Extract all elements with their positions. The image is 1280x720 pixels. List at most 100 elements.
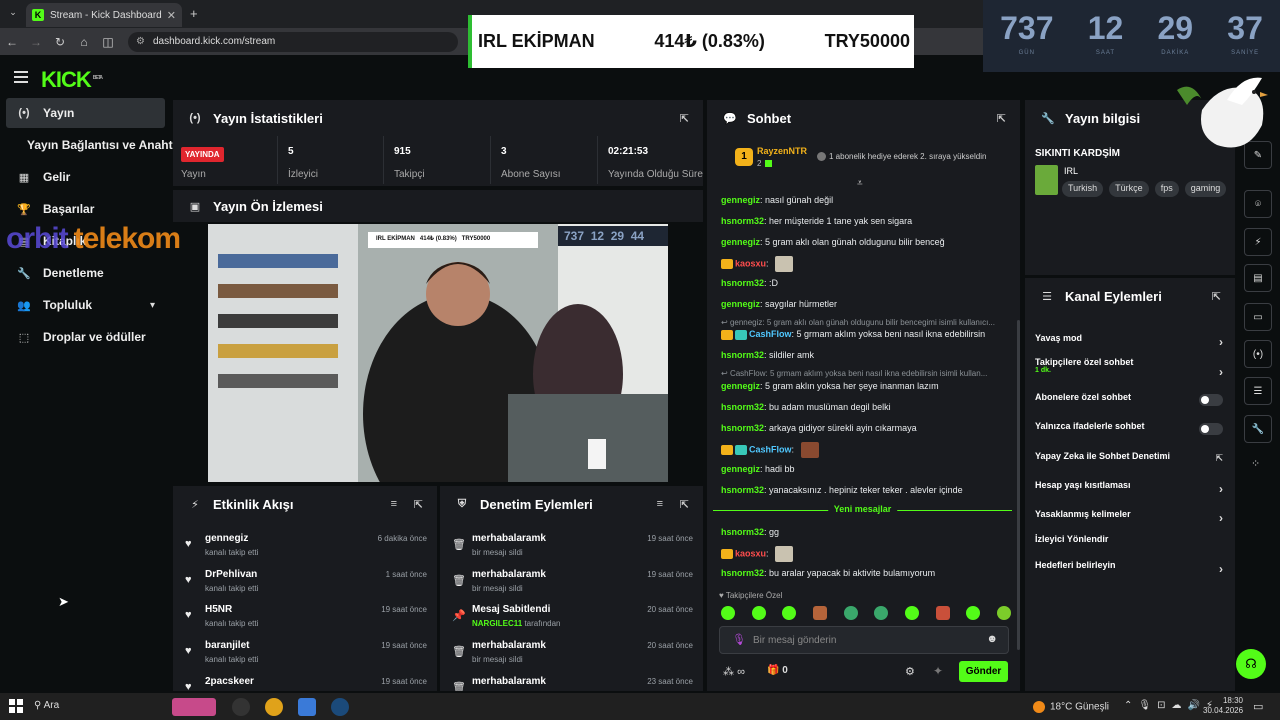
action-followers-only[interactable]: Takipçilere özel sohbet 1 dk. › (1035, 357, 1223, 387)
emote-icon[interactable] (812, 606, 827, 620)
emote-icon[interactable] (751, 606, 766, 620)
mic-icon[interactable]: 🎙 (732, 633, 746, 646)
bolt-icon[interactable]: ⚡ (1244, 228, 1272, 256)
obs-icon[interactable] (232, 698, 250, 716)
emote-icon[interactable] (996, 606, 1011, 620)
windows-start-icon[interactable] (9, 699, 23, 713)
chat-reply-preview: ↩ gennegiz: 5 gram aklı olan günah oldug… (721, 318, 995, 327)
channel-points[interactable]: ⁂ ∞ (723, 665, 745, 678)
sidebar-item-drops[interactable]: ⬚ Droplar ve ödüller (6, 322, 165, 352)
steam-icon[interactable] (331, 698, 349, 716)
sidepanel-icon[interactable]: ◫ (96, 35, 120, 49)
emote-icon[interactable] (904, 606, 919, 620)
chat-message: hsnorm32: sildiler amk (721, 350, 815, 360)
menu-icon[interactable] (14, 71, 28, 73)
sidebar-item-moderation[interactable]: 🔧 Denetleme (6, 258, 165, 288)
tag-list: Turkish Türkçe fps gaming (1062, 181, 1226, 197)
chat-icon[interactable]: ▭ (1244, 303, 1272, 331)
sidebar-item-stream[interactable]: (•) Yayın (6, 98, 165, 128)
support-button[interactable]: ☊ (1236, 649, 1266, 679)
gift-counter[interactable]: 🎁 0 (767, 665, 788, 676)
emote-icon[interactable] (782, 606, 797, 620)
close-tab-icon[interactable]: ✕ (167, 9, 176, 22)
calculator-icon[interactable] (298, 698, 316, 716)
filter-icon[interactable]: ≡ (657, 498, 663, 510)
home-icon[interactable]: ⌂ (72, 35, 96, 49)
chat-scrollbar[interactable] (1017, 320, 1020, 650)
sidebar-item-community[interactable]: 👥 Topluluk ▾ (6, 290, 165, 320)
tulips-icon[interactable] (172, 698, 216, 716)
sidebar-item-achievements[interactable]: 🏆 Başarılar (6, 194, 165, 224)
tab-list-button[interactable]: ⌄ (6, 7, 20, 21)
sidebar-item-revenue[interactable]: ▦ Gelir (6, 162, 165, 192)
sidebar-item-stream-key[interactable]: Yayın Bağlantısı ve Anahtarı (17, 130, 187, 160)
followers-only-label: ♥ Takipçilere Özel (719, 591, 783, 600)
chat-message: CashFlow: (721, 442, 1010, 458)
top-gifter[interactable]: 1 RayzenNTR 2 (735, 144, 815, 172)
action-ai-moderation[interactable]: Yapay Zeka ile Sohbet Denetimi ⇱ (1035, 451, 1223, 473)
action-goals[interactable]: Hedefleri belirleyin › (1035, 560, 1223, 582)
tag[interactable]: Turkish (1062, 181, 1104, 197)
panel-title: Yayın bilgisi (1065, 110, 1141, 126)
chrome-icon[interactable] (265, 698, 283, 716)
clock[interactable]: 18:30 30.04.2026 (1203, 696, 1243, 716)
category-name[interactable]: IRL (1064, 166, 1078, 176)
popout-icon[interactable]: ⇱ (680, 112, 689, 125)
emote-icon[interactable] (935, 606, 950, 620)
new-messages-divider[interactable]: Yeni mesajlar (713, 504, 1012, 518)
trash-icon: 🗑 (452, 646, 466, 658)
tag[interactable]: gaming (1184, 181, 1226, 197)
chat-message: hsnorm32: bu aralar yapacak bi aktivite … (721, 568, 936, 578)
tag[interactable]: fps (1154, 181, 1179, 197)
action-banned-words[interactable]: Yasaklanmış kelimeler › (1035, 509, 1223, 531)
tag[interactable]: Türkçe (1109, 181, 1149, 197)
action-emotes-only[interactable]: Yalnızca ifadelerle sohbet (1035, 421, 1223, 443)
weather-widget[interactable]: 18°C Güneşli (1033, 701, 1109, 713)
kick-logo[interactable]: KICK BETA (41, 67, 103, 93)
action-account-age[interactable]: Hesap yaşı kısıtlaması › (1035, 480, 1223, 502)
toggle-switch[interactable] (1199, 423, 1223, 435)
emote-bar[interactable] (721, 606, 1011, 622)
url-field[interactable]: ⚙ dashboard.kick.com/stream (128, 31, 458, 52)
chat-input[interactable]: 🎙 Bir mesaj gönderin ☻ (719, 626, 1009, 654)
chevron-down-icon[interactable]: ▾ (150, 300, 155, 311)
toggle-switch[interactable] (1199, 394, 1223, 406)
emote-icon[interactable] (843, 606, 858, 620)
emote-icon[interactable] (966, 606, 981, 620)
reload-icon[interactable]: ↻ (48, 35, 72, 49)
browser-tab[interactable]: K Stream - Kick Dashboard ✕ (26, 3, 182, 27)
settings-icon[interactable]: ⚙ (905, 665, 915, 678)
popout-icon[interactable]: ⇱ (414, 498, 423, 511)
list-icon[interactable]: ▤ (1244, 264, 1272, 292)
actions-icon[interactable]: ☰ (1244, 377, 1272, 405)
bot-icon[interactable]: ✦ (933, 664, 943, 678)
site-info-icon[interactable]: ⚙ (136, 36, 145, 47)
filter-icon[interactable]: ≡ (391, 498, 397, 510)
popout-icon[interactable]: ⇱ (997, 112, 1006, 125)
new-tab-button[interactable]: + (190, 6, 198, 21)
action-host[interactable]: İzleyici Yönlendir (1035, 534, 1223, 556)
category-thumbnail[interactable] (1035, 165, 1058, 195)
forward-icon[interactable]: → (24, 35, 48, 49)
taskbar-search[interactable]: ⚲ Ara (34, 700, 59, 711)
heart-icon: ♥ (185, 645, 192, 657)
stream-preview-video[interactable]: IRL EKİPMAN 414₺ (0.83%) TRY50000 737 12… (208, 224, 668, 482)
emote-icon[interactable] (874, 606, 889, 620)
notifications-icon[interactable]: ▭ (1253, 700, 1263, 713)
action-slow-mode[interactable]: Yavaş mod › (1035, 333, 1223, 355)
popout-icon[interactable]: ⇱ (1212, 290, 1221, 303)
back-icon[interactable]: ← (0, 35, 24, 49)
emote-icon[interactable] (721, 606, 735, 620)
capture-icon[interactable]: ⌾ (1244, 190, 1272, 218)
more-icon[interactable]: ⁘ (1251, 457, 1260, 470)
collapse-icon[interactable]: ⩡ (857, 178, 863, 189)
send-button[interactable]: Gönder (959, 661, 1008, 682)
emote-icon (800, 442, 819, 458)
taskbar: ⚲ Ara 18°C Güneşli ⌃🎙⊡☁🔊⚡ 18:30 30.04.202… (0, 693, 1280, 720)
crown-badge-icon (721, 329, 733, 340)
broadcast-icon[interactable]: (•) (1244, 340, 1272, 368)
emoji-icon[interactable]: ☻ (986, 633, 998, 645)
action-subscribers-only[interactable]: Abonelere özel sohbet (1035, 392, 1223, 414)
wrench-icon[interactable]: 🔧 (1244, 415, 1272, 443)
popout-icon[interactable]: ⇱ (680, 498, 689, 511)
